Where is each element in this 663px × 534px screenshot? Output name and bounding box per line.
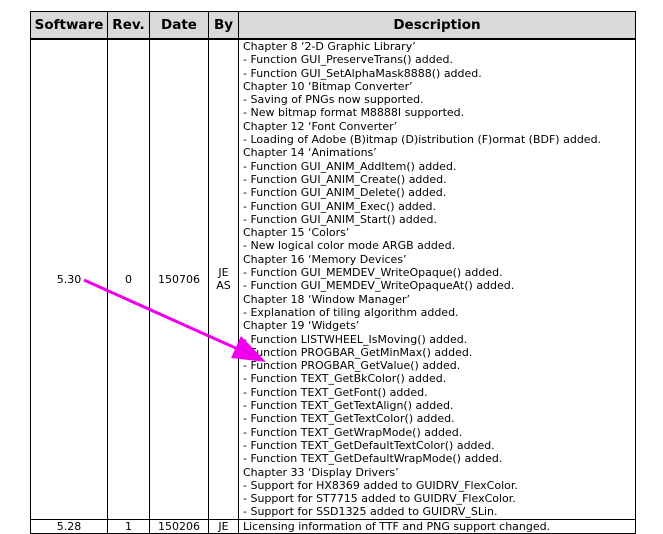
- description-line: Chapter 12 ‘Font Converter’: [243, 119, 398, 133]
- description-line: - Function TEXT_GetDefaultTextColor() ad…: [243, 438, 495, 452]
- description-line: - Function TEXT_GetTextColor() added.: [243, 412, 455, 426]
- software-version-cell: 5.28: [30, 518, 108, 534]
- description-line: - Function TEXT_GetWrapMode() added.: [243, 425, 463, 439]
- by-initials-line: AS: [216, 279, 231, 293]
- description-line: - Function TEXT_GetBkColor() added.: [243, 372, 447, 386]
- description-line: - New logical color mode ARGB added.: [243, 239, 456, 253]
- description-line: - Support for SSD1325 added to GUIDRV_SL…: [243, 505, 498, 519]
- description-line: - Function PROGBAR_GetMinMax() added.: [243, 345, 473, 359]
- table-row: 5.28 1 150206 JE Licensing information o…: [30, 518, 636, 534]
- description-line: - Function GUI_SetAlphaMask8888() added.: [243, 66, 482, 80]
- description-line: - Function GUI_MEMDEV_WriteOpaqueAt() ad…: [243, 279, 515, 293]
- revision-cell: 0: [107, 38, 150, 520]
- description-line: - Explanation of tiling algorithm added.: [243, 305, 459, 319]
- description-line: Chapter 19 ‘Widgets’: [243, 319, 360, 333]
- description-line: Chapter 14 ‘Animations’: [243, 146, 377, 160]
- description-line: - New bitmap format M8888I supported.: [243, 106, 465, 120]
- description-line: - Function GUI_PreserveTrans() added.: [243, 53, 453, 67]
- description-line: - Function GUI_ANIM_Exec() added.: [243, 199, 437, 213]
- header-description: Description: [238, 11, 636, 40]
- description-line: - Function GUI_ANIM_Create() added.: [243, 172, 447, 186]
- description-line: - Function GUI_ANIM_Delete() added.: [243, 186, 447, 200]
- description-line: Chapter 15 ‘Colors’: [243, 226, 350, 240]
- revision-history-table: Software Rev. Date By Description 5.30 0…: [30, 11, 636, 534]
- by-cell: JE: [208, 518, 239, 534]
- description-line: - Function LISTWHEEL_IsMoving() added.: [243, 332, 468, 346]
- date-cell: 150206: [149, 518, 209, 534]
- description-line: - Saving of PNGs now supported.: [243, 93, 424, 107]
- description-line: - Support for ST7715 added to GUIDRV_Fle…: [243, 492, 516, 506]
- description-line: - Function TEXT_GetDefaultWrapMode() add…: [243, 452, 503, 466]
- description-line: - Function PROGBAR_GetValue() added.: [243, 359, 461, 373]
- header-date: Date: [149, 11, 209, 40]
- revision-cell: 1: [107, 518, 150, 534]
- description-line: - Support for HX8369 added to GUIDRV_Fle…: [243, 478, 518, 492]
- description-cell: Chapter 8 ‘2-D Graphic Library’ - Functi…: [238, 38, 636, 520]
- description-line: Chapter 18 ‘Window Manager’: [243, 292, 411, 306]
- description-line: - Function GUI_MEMDEV_WriteOpaque() adde…: [243, 266, 503, 280]
- table-row: 5.30 0 150706 JE AS Chapter 8 ‘2-D Graph…: [30, 38, 636, 520]
- description-line: - Function GUI_ANIM_AddItem() added.: [243, 159, 457, 173]
- description-line: Chapter 10 ‘Bitmap Converter’: [243, 79, 413, 93]
- description-line: - Loading of Adobe (B)itmap (D)istributi…: [243, 133, 602, 147]
- table-header-row: Software Rev. Date By Description: [30, 11, 636, 40]
- description-line: - Function TEXT_GetTextAlign() added.: [243, 399, 454, 413]
- header-rev: Rev.: [107, 11, 150, 40]
- header-by: By: [208, 11, 239, 40]
- software-version-cell: 5.30: [30, 38, 108, 520]
- description-line: Chapter 8 ‘2-D Graphic Library’: [243, 40, 416, 53]
- description-line: - Function GUI_ANIM_Start() added.: [243, 212, 437, 226]
- description-line: Chapter 16 ‘Memory Devices’: [243, 252, 407, 266]
- description-line: - Function TEXT_GetFont() added.: [243, 385, 428, 399]
- by-cell: JE AS: [208, 38, 239, 520]
- description-line: Chapter 33 ‘Display Drivers’: [243, 465, 399, 479]
- header-software: Software: [30, 11, 108, 40]
- date-cell: 150706: [149, 38, 209, 520]
- by-initials-line: JE: [218, 266, 229, 280]
- description-cell: Licensing information of TTF and PNG sup…: [238, 518, 636, 534]
